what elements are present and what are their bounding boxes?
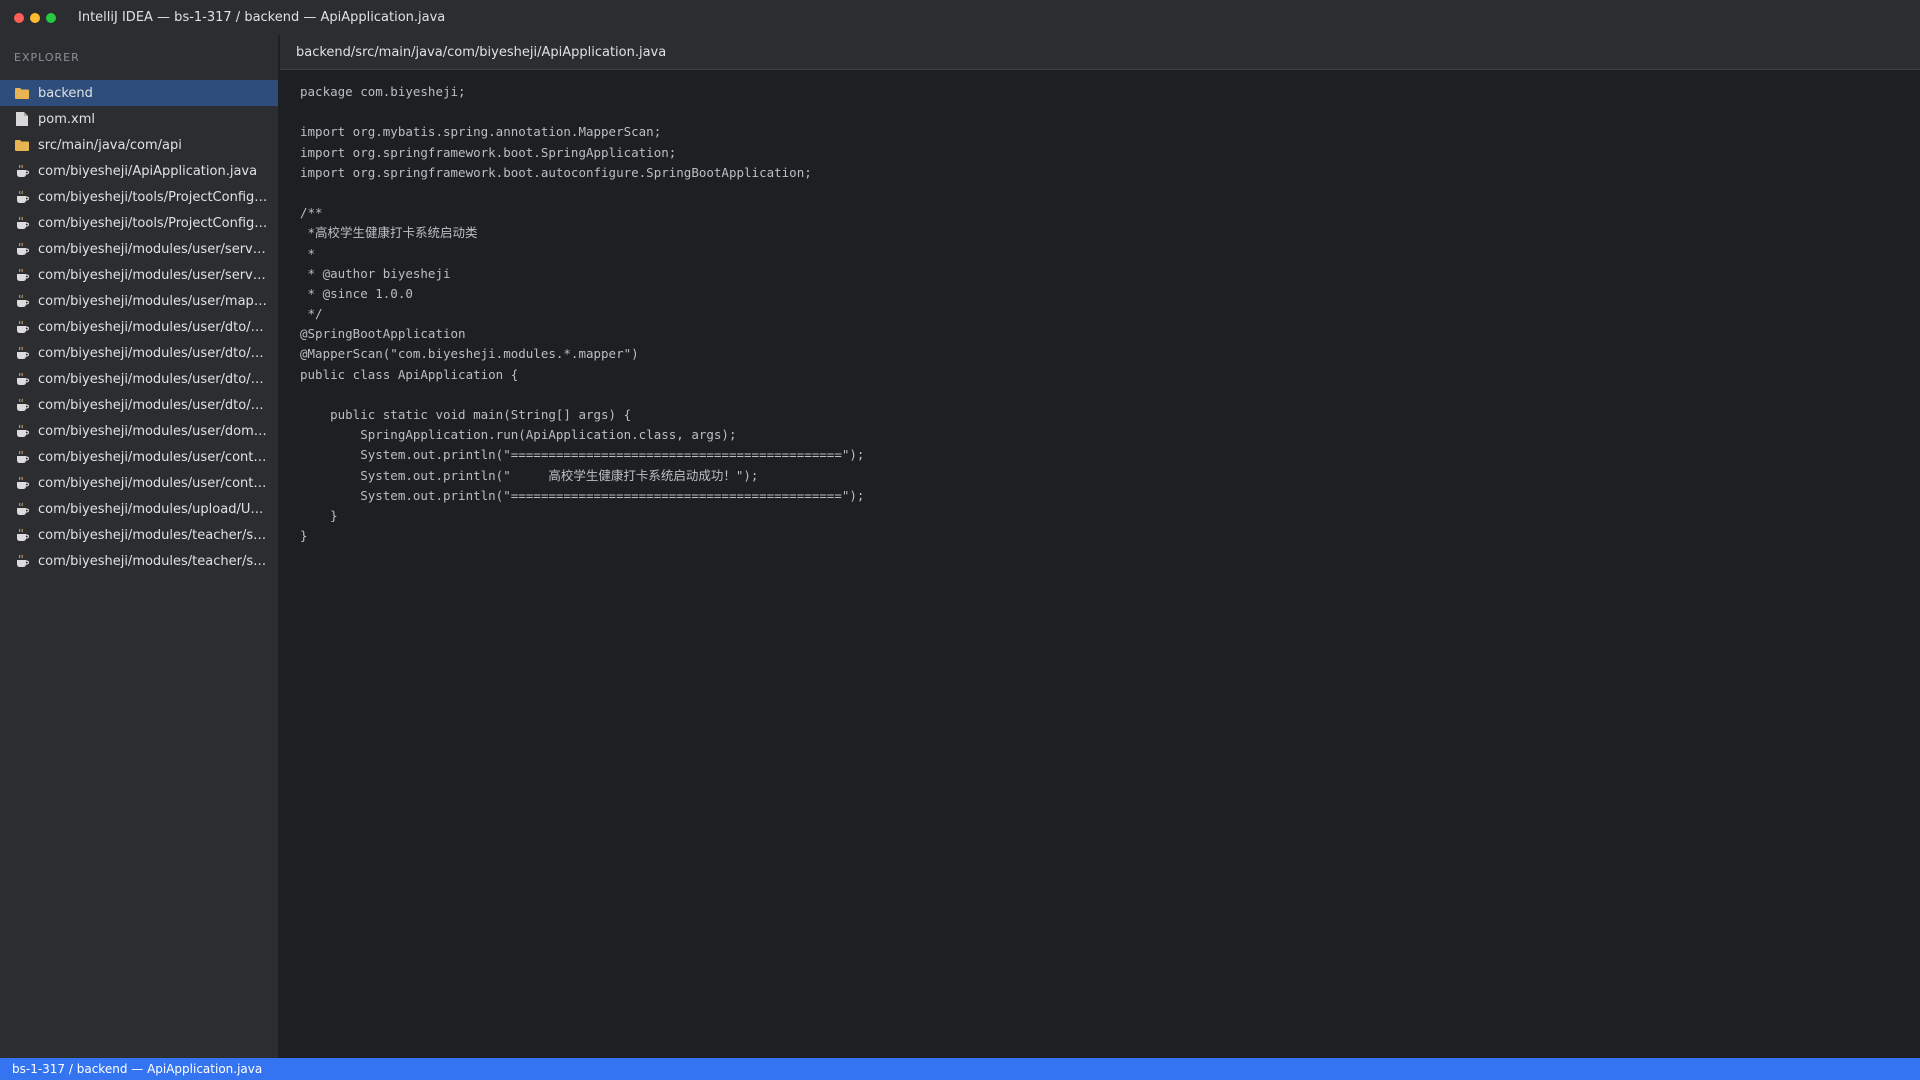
code-line: System.out.println("====================…: [300, 447, 865, 463]
code-line: import org.mybatis.spring.annotation.Map…: [300, 124, 662, 140]
tree-item-label: com/biyesheji/modules/user/dto/U...: [38, 397, 268, 413]
code-line: public static void main(String[] args) {: [300, 407, 632, 422]
tree-item[interactable]: com/biyesheji/modules/teacher/se...: [0, 548, 278, 574]
explorer-header: EXPLORER: [14, 51, 80, 64]
code-line: import org.springframework.boot.SpringAp…: [300, 144, 677, 160]
tree-item-label: com/biyesheji/modules/teacher/se...: [38, 553, 268, 569]
java-file-icon: [14, 241, 30, 257]
code-line: package com.biyesheji;: [300, 84, 466, 99]
tree-item[interactable]: com/biyesheji/modules/user/dto/U...: [0, 392, 278, 418]
tree-item[interactable]: pom.xml: [0, 106, 278, 132]
tree-item[interactable]: src/main/java/com/api: [0, 132, 278, 158]
maximize-window-button[interactable]: [46, 12, 56, 23]
code-line: @SpringBootApplication: [300, 326, 466, 342]
java-file-icon: [14, 397, 30, 413]
ide-window: IntelliJ IDEA — bs-1-317 / backend — Api…: [0, 0, 1920, 1080]
tree-item[interactable]: com/biyesheji/modules/user/doma...: [0, 418, 278, 444]
status-text: bs-1-317 / backend — ApiApplication.java: [12, 1062, 263, 1076]
java-file-icon: [14, 345, 30, 361]
java-file-icon: [14, 527, 30, 543]
java-file-icon: [14, 501, 30, 517]
title-bar: IntelliJ IDEA — bs-1-317 / backend — Api…: [0, 0, 1920, 35]
code-line: SpringApplication.run(ApiApplication.cla…: [300, 427, 737, 443]
code-line: /**: [300, 205, 323, 221]
close-window-button[interactable]: [14, 12, 24, 23]
tree-item[interactable]: com/biyesheji/modules/upload/Upl...: [0, 496, 278, 522]
tree-item[interactable]: com/biyesheji/modules/user/servic...: [0, 262, 278, 288]
java-file-icon: [14, 215, 30, 231]
tree-item-label: backend: [38, 85, 93, 101]
code-line: }: [300, 507, 338, 523]
breadcrumb: backend/src/main/java/com/biyesheji/ApiA…: [280, 35, 1920, 70]
tree-item-label: com/biyesheji/modules/user/servic...: [38, 241, 268, 257]
code-line: @MapperScan("com.biyesheji.modules.*.map…: [300, 346, 639, 362]
tree-item[interactable]: com/biyesheji/modules/user/mapp...: [0, 288, 278, 314]
java-file-icon: [14, 449, 30, 465]
tree-item-label: com/biyesheji/modules/user/doma...: [38, 423, 268, 439]
folder-icon: [14, 85, 30, 101]
code-line: import org.springframework.boot.autoconf…: [300, 164, 812, 180]
file-icon: [14, 111, 30, 127]
code-line: }: [300, 528, 308, 544]
window-title: IntelliJ IDEA — bs-1-317 / backend — Api…: [78, 10, 446, 25]
tree-item-label: com/biyesheji/modules/user/dto/P...: [38, 319, 268, 335]
tree-item[interactable]: com/biyesheji/modules/user/dto/U...: [0, 340, 278, 366]
tree-item-label: com/biyesheji/modules/user/mapp...: [38, 293, 268, 309]
code-line: public class ApiApplication {: [300, 366, 519, 382]
tree-item-label: com/biyesheji/modules/user/dto/U...: [38, 371, 268, 387]
tree-item-label: com/biyesheji/modules/user/contr...: [38, 449, 268, 465]
tree-item[interactable]: com/biyesheji/modules/teacher/se...: [0, 522, 278, 548]
tree-item-label: com/biyesheji/modules/user/servic...: [38, 267, 268, 283]
tree-item-label: com/biyesheji/modules/teacher/se...: [38, 527, 268, 543]
status-bar: bs-1-317 / backend — ApiApplication.java: [0, 1058, 1920, 1080]
code-line: *: [300, 245, 316, 261]
java-file-icon: [14, 293, 30, 309]
java-file-icon: [14, 267, 30, 283]
java-file-icon: [14, 319, 30, 335]
tree-item-label: com/biyesheji/modules/user/dto/U...: [38, 345, 268, 361]
folder-icon: [14, 137, 30, 153]
java-file-icon: [14, 163, 30, 179]
explorer-sidebar: EXPLORER backend pom.xml src/main/java/com…: [0, 35, 279, 1058]
tree-item-label: src/main/java/com/api: [38, 137, 182, 153]
code-line: System.out.println(" 高校学生健康打卡系统启动成功！");: [300, 467, 759, 483]
tree-item[interactable]: com/biyesheji/modules/user/servic...: [0, 236, 278, 262]
tree-item[interactable]: com/biyesheji/modules/user/contr...: [0, 444, 278, 470]
editor-pane: backend/src/main/java/com/biyesheji/ApiA…: [280, 35, 1920, 1058]
java-file-icon: [14, 371, 30, 387]
tree-item[interactable]: com/biyesheji/tools/ProjectConfigT...: [0, 210, 278, 236]
window-controls: [14, 12, 56, 23]
tree-item-label: com/biyesheji/tools/ProjectConfigA...: [38, 189, 268, 205]
tree-item[interactable]: com/biyesheji/ApiApplication.java: [0, 158, 278, 184]
code-line: * @since 1.0.0: [300, 285, 413, 301]
tree-item-label: pom.xml: [38, 111, 95, 127]
code-line: */: [300, 306, 323, 322]
java-file-icon: [14, 553, 30, 569]
tree-item[interactable]: com/biyesheji/modules/user/contr...: [0, 470, 278, 496]
tree-item[interactable]: com/biyesheji/modules/user/dto/U...: [0, 366, 278, 392]
code-line: System.out.println("====================…: [300, 487, 865, 503]
code-line: * @author biyesheji: [300, 265, 451, 281]
minimize-window-button[interactable]: [30, 12, 40, 23]
tree-item[interactable]: com/biyesheji/modules/user/dto/P...: [0, 314, 278, 340]
java-file-icon: [14, 423, 30, 439]
tree-item[interactable]: backend: [0, 80, 278, 106]
java-file-icon: [14, 475, 30, 491]
java-file-icon: [14, 189, 30, 205]
file-tree: backend pom.xml src/main/java/com/api com/b…: [0, 80, 278, 574]
tree-item[interactable]: com/biyesheji/tools/ProjectConfigA...: [0, 184, 278, 210]
tree-item-label: com/biyesheji/ApiApplication.java: [38, 163, 258, 179]
tree-item-label: com/biyesheji/tools/ProjectConfigT...: [38, 215, 268, 231]
tree-item-label: com/biyesheji/modules/user/contr...: [38, 475, 268, 491]
tree-item-label: com/biyesheji/modules/upload/Upl...: [38, 501, 268, 517]
code-line: *高校学生健康打卡系统启动类: [300, 225, 478, 241]
code-area[interactable]: package com.biyesheji; import org.mybatis…: [280, 70, 1920, 546]
